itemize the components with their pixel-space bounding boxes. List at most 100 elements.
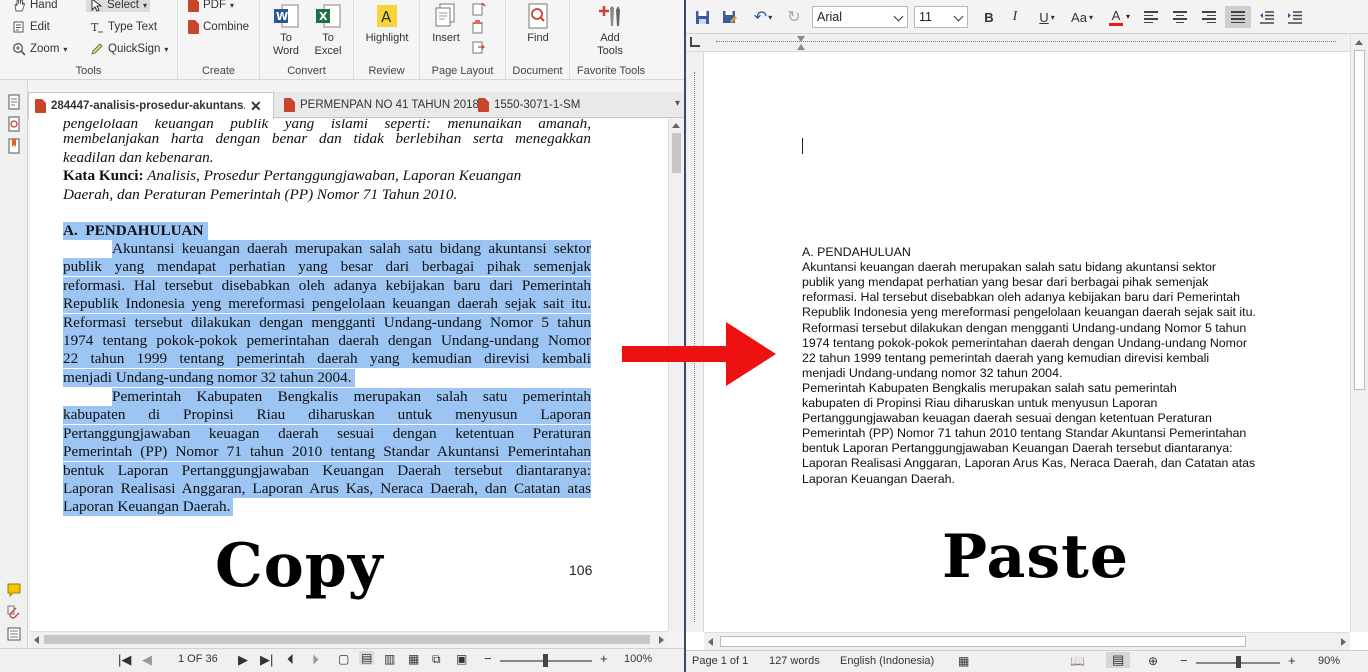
document-text-line[interactable]: Laporan Realisasi Anggaran, Laporan Arus… xyxy=(802,456,1255,471)
zoom-percentage[interactable]: 90% xyxy=(1318,655,1340,667)
selected-text-line[interactable]: Laporan Keuangan Daerah. xyxy=(63,498,234,517)
selected-text-line[interactable]: Pertanggungjawaban keuagan daerah sesuai… xyxy=(63,424,591,443)
attachment-icon[interactable] xyxy=(6,604,22,620)
align-left-button[interactable] xyxy=(1140,6,1162,28)
search-document-icon[interactable] xyxy=(6,116,22,132)
document-text-line[interactable]: bentuk Laporan Pertanggungjawaban Keuang… xyxy=(802,441,1233,456)
type-text-tool-button[interactable]: T Type Text xyxy=(90,20,157,34)
comment-icon[interactable] xyxy=(6,582,22,598)
language-indicator[interactable]: English (Indonesia) xyxy=(840,655,934,667)
zoom-in-icon[interactable]: + xyxy=(600,651,608,666)
first-page-icon[interactable]: |◀ xyxy=(118,652,131,668)
to-word-button[interactable]: W To Word xyxy=(268,2,304,58)
scroll-up-icon[interactable] xyxy=(1355,40,1363,45)
selected-text-line[interactable]: 22 tahun 1999 tentang pemerintah daerah … xyxy=(63,350,591,369)
continuous-view-icon[interactable]: ▤ xyxy=(359,651,375,665)
previous-view-icon[interactable]: ⏴ xyxy=(287,651,294,668)
edit-tool-button[interactable]: Edit xyxy=(12,20,50,34)
undo-icon[interactable]: ↶ ▾ xyxy=(748,6,778,28)
read-mode-icon[interactable]: 📖 xyxy=(1070,654,1085,668)
next-view-icon[interactable]: ⏵ xyxy=(312,651,319,668)
combine-button[interactable]: Combine xyxy=(188,20,249,34)
font-name-select[interactable]: Arial xyxy=(812,6,908,28)
rotate-page-icon[interactable] xyxy=(470,2,486,16)
document-vertical-scrollbar[interactable] xyxy=(1350,34,1368,632)
selected-text-line[interactable]: Pemerintah Kabupaten Bengkalis merupakan… xyxy=(112,388,591,406)
next-page-icon[interactable]: ▶ xyxy=(238,652,248,668)
reflow-icon[interactable]: ▣ xyxy=(456,652,467,666)
increase-indent-button[interactable] xyxy=(1284,6,1306,28)
bold-button[interactable]: B xyxy=(978,6,1000,28)
tab-document-1550[interactable]: 1550-3071-1-SM xyxy=(472,92,602,118)
selected-text-line[interactable]: publik yang mendapat perhatian yang besa… xyxy=(63,258,591,277)
print-layout-icon[interactable]: ▤ xyxy=(1106,652,1131,668)
font-size-select[interactable]: 11 xyxy=(914,6,968,28)
pdf-horizontal-scrollbar[interactable] xyxy=(30,631,668,647)
selected-text-line[interactable]: Akuntansi keuangan daerah merupakan sala… xyxy=(112,240,591,258)
document-text-line[interactable]: Republik Indonesia yeng mereformasi peng… xyxy=(802,305,1256,320)
tabs-overflow-icon[interactable]: ▾ xyxy=(675,98,680,109)
tab-document-permenpan[interactable]: PERMENPAN NO 41 TAHUN 2018 xyxy=(278,92,479,118)
single-page-view-icon[interactable]: ▢ xyxy=(338,652,349,666)
selected-text-line[interactable]: bentuk Laporan Pertanggungjawaban Keuang… xyxy=(63,461,591,480)
redo-icon[interactable]: ↻ xyxy=(784,6,804,28)
selected-text-line[interactable]: kabupaten di Propinsi Riau diharuskan un… xyxy=(63,406,591,425)
document-text-line[interactable]: A. PENDAHULUAN xyxy=(802,245,911,260)
save-icon[interactable] xyxy=(692,6,712,28)
zoom-slider-thumb[interactable] xyxy=(543,654,548,667)
scroll-thumb[interactable] xyxy=(672,133,681,173)
zoom-out-icon[interactable]: − xyxy=(484,651,492,666)
document-page[interactable]: A. PENDAHULUAN Akuntansi keuangan daerah … xyxy=(704,52,1350,632)
scroll-thumb[interactable] xyxy=(44,635,650,644)
web-layout-icon[interactable]: ⊕ xyxy=(1148,654,1158,668)
document-text-line[interactable]: Pemerintah Kabupaten Bengkalis merupakan… xyxy=(802,381,1177,396)
scroll-thumb[interactable] xyxy=(1354,50,1365,390)
document-text-line[interactable]: kabupaten di Propinsi Riau diharuskan un… xyxy=(802,396,1157,411)
document-text-line[interactable]: 22 tahun 1999 tentang pemerintah daerah … xyxy=(802,351,1209,366)
quicksign-tool-button[interactable]: QuickSign ▾ xyxy=(90,42,168,56)
selected-text-line[interactable]: Reformasi tersebut dilakukan dengan meng… xyxy=(63,313,591,332)
document-text-line[interactable]: 1974 tentang pokok-pokok pemerintahan da… xyxy=(802,336,1247,351)
document-text-line[interactable]: Reformasi tersebut dilakukan dengan meng… xyxy=(802,321,1246,336)
scroll-right-icon[interactable] xyxy=(1341,638,1346,646)
italic-button[interactable]: I xyxy=(1004,6,1026,28)
justify-button[interactable] xyxy=(1225,6,1251,28)
first-line-indent-marker[interactable] xyxy=(797,36,805,42)
selected-text-line[interactable]: Republik Indonesia yeng mereformasi peng… xyxy=(63,295,591,314)
last-page-icon[interactable]: ▶| xyxy=(260,652,273,668)
tab-stop-selector-icon[interactable] xyxy=(690,37,700,47)
to-excel-button[interactable]: X To Excel xyxy=(310,2,346,58)
highlight-button[interactable]: A Highlight xyxy=(360,2,414,45)
selected-text-line[interactable]: menjadi Undang-undang nomor 32 tahun 200… xyxy=(63,368,355,387)
tab-document-active[interactable]: 284447-analisis-prosedur-akuntans... ✕ xyxy=(28,92,274,119)
add-tools-button[interactable]: Add Tools xyxy=(590,2,630,58)
full-screen-icon[interactable]: ⧉ xyxy=(432,652,441,667)
insert-page-button[interactable]: Insert xyxy=(426,2,466,45)
find-button[interactable]: Find xyxy=(518,2,558,45)
zoom-tool-button[interactable]: Zoom ▾ xyxy=(12,42,67,56)
document-text-line[interactable]: menjadi Undang-undang nomor 32 tahun 200… xyxy=(802,366,1062,381)
zoom-slider-thumb[interactable] xyxy=(1236,656,1241,668)
selected-text-line[interactable]: Laporan Realisasi Anggaran, Laporan Arus… xyxy=(63,480,591,498)
document-text-line[interactable]: publik yang mendapat perhatian yang besa… xyxy=(802,275,1208,290)
zoom-in-icon[interactable]: + xyxy=(1288,653,1296,668)
change-case-button[interactable]: Aa ▾ xyxy=(1066,6,1098,28)
scroll-left-icon[interactable] xyxy=(708,638,713,646)
delete-page-icon[interactable] xyxy=(470,20,486,34)
previous-page-icon[interactable]: ◀ xyxy=(142,652,152,668)
document-text-line[interactable]: Laporan Keuangan Daerah. xyxy=(802,472,955,487)
scroll-left-icon[interactable] xyxy=(34,636,39,644)
page-thumbnails-icon[interactable] xyxy=(6,94,22,110)
close-tab-icon[interactable]: ✕ xyxy=(250,98,262,115)
align-right-button[interactable] xyxy=(1198,6,1220,28)
hand-tool-button[interactable]: Hand xyxy=(12,0,58,12)
continuous-facing-view-icon[interactable]: ▦ xyxy=(408,652,419,666)
scroll-right-icon[interactable] xyxy=(659,636,664,644)
zoom-percentage[interactable]: 100% xyxy=(624,653,652,665)
facing-view-icon[interactable]: ▥ xyxy=(384,652,395,666)
document-text-line[interactable]: Pemerintah (PP) Nomor 71 tahun 2010 tent… xyxy=(802,426,1246,441)
underline-button[interactable]: U ▾ xyxy=(1032,6,1062,28)
page-indicator[interactable]: 1 OF 36 xyxy=(178,653,218,665)
track-changes-icon[interactable]: ▦ xyxy=(958,654,969,668)
horizontal-ruler[interactable] xyxy=(686,34,1368,52)
